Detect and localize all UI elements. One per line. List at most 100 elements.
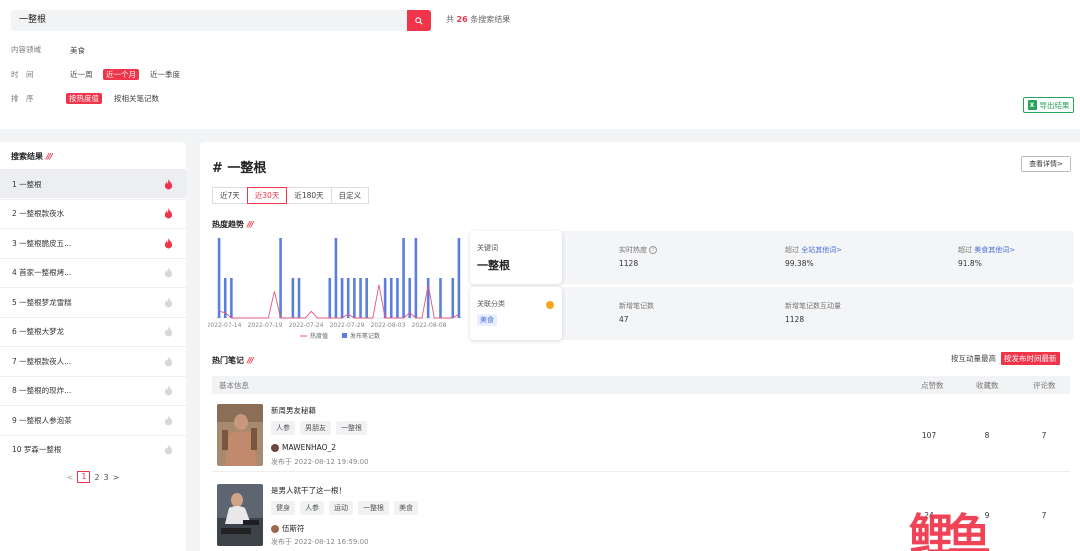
time-option-month[interactable]: 近一个月: [103, 69, 139, 80]
sort-by-interaction[interactable]: 按互动量最高: [951, 353, 996, 364]
chart-bar[interactable]: [340, 278, 344, 318]
exceed-food-label: 超过 美食其他词>: [958, 245, 1015, 255]
category-tag[interactable]: 美食: [477, 314, 497, 326]
note-tag[interactable]: 健身: [271, 501, 295, 515]
sidebar-item-result[interactable]: 5 一整根梦龙雪糕: [0, 287, 186, 316]
note-thumbnail-image: [217, 404, 263, 466]
result-label: 9 一整根人参泡茶: [12, 415, 72, 425]
trend-title: 热度趋势///: [212, 219, 254, 230]
note-tag[interactable]: 一整根: [358, 501, 389, 515]
chart-bar[interactable]: [223, 278, 227, 318]
domain-option-food[interactable]: 美食: [67, 45, 88, 56]
chart-bar[interactable]: [451, 278, 455, 318]
category-stats-card: 关联分类 美食 新增笔记数 47 新增笔记数互动量 1128: [470, 287, 1074, 340]
legend-notes-swatch: [342, 333, 347, 338]
sort-option-heat[interactable]: 按热度值: [66, 93, 102, 104]
view-details-button[interactable]: 查看详情>: [1021, 156, 1071, 172]
note-title[interactable]: 是男人就干了这一根！: [271, 485, 346, 496]
chart-bar[interactable]: [408, 278, 412, 318]
sidebar-item-result[interactable]: 1 一整根: [0, 169, 186, 198]
exceed-food-prefix: 超过: [958, 246, 972, 254]
chart-bar[interactable]: [217, 238, 221, 318]
hot-notes-title-text: 热门笔记: [212, 356, 244, 365]
new-notes-value: 47: [619, 315, 629, 324]
export-button[interactable]: X 导出结果: [1023, 97, 1074, 113]
tab-30-days[interactable]: 近30天: [246, 187, 288, 204]
note-tag[interactable]: 一整根: [336, 421, 367, 435]
sort-by-time[interactable]: 按发布时间最新: [1001, 352, 1060, 365]
next-page-button[interactable]: >: [113, 473, 120, 482]
note-thumbnail[interactable]: [217, 404, 263, 466]
prev-page-button[interactable]: <: [67, 473, 74, 482]
x-tick-label: 2022-07-14: [208, 322, 242, 329]
header-likes[interactable]: 点赞数: [921, 380, 944, 391]
exceed-food-value: 91.8%: [958, 259, 982, 268]
pagination: < 1 2 3 >: [0, 471, 186, 483]
note-author[interactable]: 伍斯符: [271, 523, 305, 534]
chart-bar[interactable]: [439, 278, 442, 318]
sort-option-notes[interactable]: 按相关笔记数: [111, 93, 162, 104]
chart-bar[interactable]: [334, 238, 338, 318]
legend-notes-label[interactable]: 发布笔记数: [350, 332, 380, 340]
legend-heat-label[interactable]: 热度值: [310, 332, 328, 340]
chart-bar[interactable]: [414, 238, 418, 318]
note-title[interactable]: 新周男友秘籍: [271, 405, 316, 416]
note-author[interactable]: MAWENHAO_2: [271, 443, 336, 452]
note-tags: 人参 男朋友 一整根: [271, 421, 367, 435]
chart-bar[interactable]: [365, 278, 368, 318]
chart-bar[interactable]: [359, 278, 362, 318]
tab-7-days[interactable]: 近7天: [212, 187, 248, 204]
sidebar-item-result[interactable]: 6 一整根大梦龙: [0, 316, 186, 346]
tab-180-days[interactable]: 近180天: [286, 187, 332, 204]
chart-bar[interactable]: [328, 278, 332, 318]
note-thumbnail[interactable]: [217, 484, 263, 546]
chart-bar[interactable]: [279, 238, 282, 318]
note-tag[interactable]: 美食: [394, 501, 418, 515]
header-collects[interactable]: 收藏数: [976, 380, 999, 391]
sidebar-item-result[interactable]: 3 一整根脆皮五...: [0, 228, 186, 257]
sidebar-item-result[interactable]: 10 罗森一整根: [0, 434, 186, 464]
exceed-all-link[interactable]: 全站其他词>: [801, 246, 842, 254]
trend-chart: 2022-07-14 2022-07-19 2022-07-24 2022-07-29…: [207, 234, 468, 346]
sidebar-item-result[interactable]: 9 一整根人参泡茶: [0, 405, 186, 434]
sidebar-item-result[interactable]: 8 一整根的现炸...: [0, 375, 186, 405]
page-3-button[interactable]: 3: [104, 473, 109, 482]
note-tags: 健身 人参 运动 一整根 美食: [271, 501, 418, 515]
note-tag[interactable]: 男朋友: [300, 421, 331, 435]
x-tick-label: 2022-07-24: [289, 322, 324, 329]
note-tag[interactable]: 人参: [271, 421, 295, 435]
exceed-food-link[interactable]: 美食其他词>: [974, 246, 1015, 254]
page-2-button[interactable]: 2: [94, 473, 99, 482]
note-publish-time: 发布于 2022-08-12 19:49:00: [271, 458, 369, 466]
search-input[interactable]: 一整根: [11, 10, 407, 31]
search-icon: [415, 16, 423, 25]
note-row[interactable]: 新周男友秘籍 人参 男朋友 一整根 MAWENHAO_2 发布于 2022-08…: [212, 399, 1070, 472]
search-button[interactable]: [407, 10, 431, 31]
chart-bar[interactable]: [297, 278, 301, 318]
result-label: 1 一整根: [12, 179, 42, 189]
note-tag[interactable]: 人参: [300, 501, 324, 515]
chart-bar[interactable]: [396, 278, 399, 318]
page-1-button[interactable]: 1: [77, 471, 91, 483]
chart-bar[interactable]: [426, 278, 430, 318]
sort-label: 排 序: [11, 94, 34, 103]
chart-bar[interactable]: [402, 238, 405, 318]
tab-custom[interactable]: 自定义: [330, 187, 370, 204]
keyword-box: 关键词 一整根: [470, 231, 562, 284]
sidebar-item-result[interactable]: 4 首家一整根烤...: [0, 257, 186, 287]
sidebar-item-result[interactable]: 2 一整根款夜水: [0, 198, 186, 228]
chart-bar[interactable]: [346, 278, 350, 318]
info-icon[interactable]: ?: [649, 246, 658, 254]
note-thumbnail-image: [217, 484, 263, 546]
time-option-week[interactable]: 近一周: [67, 69, 96, 80]
sidebar-item-result[interactable]: 7 一整根款夜人...: [0, 346, 186, 375]
note-tag[interactable]: 运动: [329, 501, 353, 515]
chart-bar[interactable]: [291, 278, 295, 318]
chart-bar[interactable]: [389, 278, 393, 318]
chart-bar[interactable]: [230, 278, 233, 318]
chart-bar[interactable]: [457, 238, 461, 318]
time-option-quarter[interactable]: 近一季度: [147, 69, 183, 80]
chart-bar[interactable]: [353, 278, 356, 318]
header-comments[interactable]: 评论数: [1033, 380, 1056, 391]
keyword-label: 关键词: [477, 244, 498, 252]
